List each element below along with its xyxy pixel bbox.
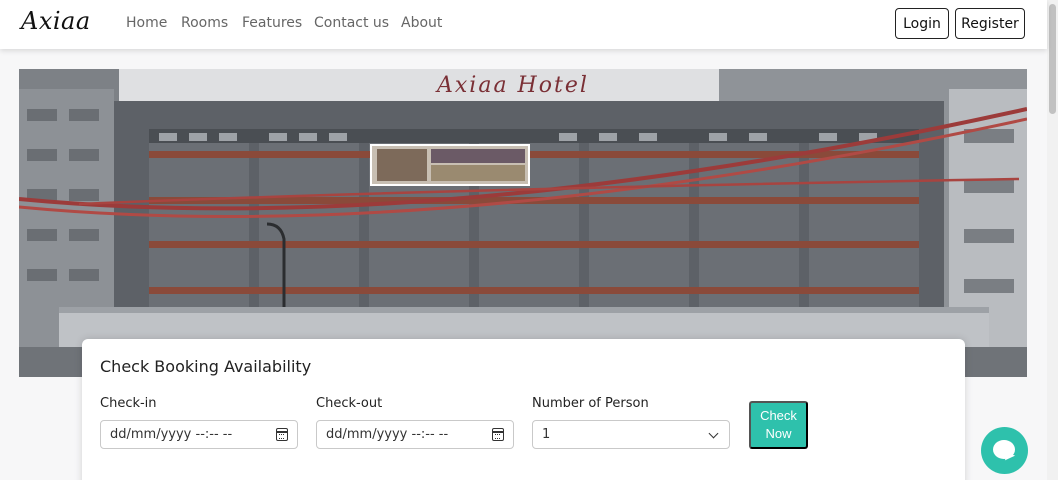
hotel-facade-illustration xyxy=(19,69,1027,377)
persons-select[interactable]: 1 xyxy=(532,420,730,449)
booking-card-title: Check Booking Availability xyxy=(100,357,312,376)
chat-icon-tail xyxy=(1004,452,1016,464)
nav-link-contact[interactable]: Contact us xyxy=(314,15,389,31)
nav-link-home[interactable]: Home xyxy=(126,15,167,31)
nav-link-about[interactable]: About xyxy=(401,15,442,31)
nav-link-rooms[interactable]: Rooms xyxy=(181,15,228,31)
chevron-down-icon xyxy=(708,428,719,439)
page-scrollbar[interactable] xyxy=(1047,0,1058,480)
login-button[interactable]: Login xyxy=(895,8,949,39)
register-button[interactable]: Register xyxy=(955,8,1025,39)
hotel-sign-text: Axiaa Hotel xyxy=(437,73,589,98)
hero-image: Axiaa Hotel xyxy=(19,69,1027,377)
nav-link-features[interactable]: Features xyxy=(242,15,302,31)
calendar-icon[interactable] xyxy=(276,428,288,441)
checkin-datetime-input[interactable]: dd/mm/yyyy --:-- -- xyxy=(100,420,298,449)
checkin-placeholder: dd/mm/yyyy --:-- -- xyxy=(110,427,233,442)
checkout-label: Check-out xyxy=(316,396,383,411)
check-now-button[interactable]: Check Now xyxy=(749,401,808,449)
brand-logo[interactable]: Axiaa xyxy=(21,7,91,35)
calendar-icon[interactable] xyxy=(492,428,504,441)
checkout-placeholder: dd/mm/yyyy --:-- -- xyxy=(326,427,449,442)
chat-widget-button[interactable] xyxy=(981,427,1028,474)
booking-availability-card: Check Booking Availability Check-in dd/m… xyxy=(82,339,965,480)
persons-selected-value: 1 xyxy=(542,427,551,442)
navbar: Axiaa Home Rooms Features Contact us Abo… xyxy=(0,0,1047,49)
checkout-datetime-input[interactable]: dd/mm/yyyy --:-- -- xyxy=(316,420,514,449)
persons-label: Number of Person xyxy=(532,396,649,411)
scrollbar-thumb[interactable] xyxy=(1049,4,1056,114)
checkin-label: Check-in xyxy=(100,396,157,411)
